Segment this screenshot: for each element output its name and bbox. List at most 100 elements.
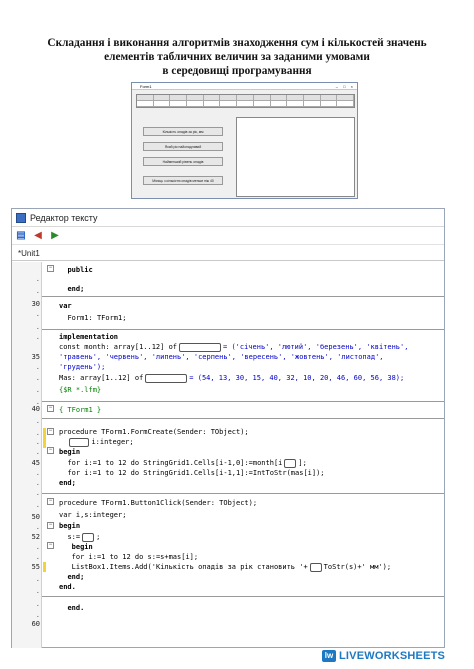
section-separator: [42, 329, 444, 330]
code-line: implementation: [59, 333, 119, 341]
line-number: .: [35, 275, 40, 283]
code-line: end;: [67, 285, 85, 293]
line-number: .: [35, 553, 40, 561]
code-line: { TForm1 }: [59, 406, 102, 414]
form-preview-window-controls: – □ ×: [335, 84, 355, 89]
code-line: ListBox1.Items.Add('Кількість опадів за …: [71, 562, 392, 572]
line-number: .: [35, 523, 40, 531]
liveworksheets-logo: lw LIVEWORKSHEETS: [322, 650, 445, 662]
heading-line-1: Складання і виконання алгоритмів знаходж…: [47, 37, 427, 49]
line-number: .: [35, 587, 40, 595]
line-number: [12, 264, 42, 274]
fold-toggle-icon[interactable]: −: [47, 265, 54, 272]
answer-blank-int-func[interactable]: [309, 562, 322, 572]
code-line: end.: [59, 583, 76, 591]
heading-line-2: елементів табличних величин за заданими …: [104, 51, 370, 63]
forward-arrow-icon[interactable]: ▶: [49, 230, 61, 242]
line-number: .: [35, 438, 40, 446]
liveworksheets-text: LIVEWORKSHEETS: [339, 650, 446, 662]
editor-tabs: *Unit1: [12, 245, 444, 261]
open-file-icon[interactable]: ▤: [15, 230, 27, 242]
code-line: Form1: TForm1;: [67, 314, 127, 322]
code-line: begin: [59, 448, 81, 456]
line-number: .: [35, 489, 40, 497]
code-line: 'травень', 'червень', 'липень', 'серпень…: [59, 353, 384, 361]
line-number: .: [35, 543, 40, 551]
fold-toggle-icon[interactable]: −: [47, 428, 54, 435]
code-line: end.: [67, 604, 85, 612]
line-number: .: [35, 386, 40, 394]
form-preview-title: Form1: [140, 84, 152, 89]
section-separator: [42, 296, 444, 297]
line-number: .: [35, 363, 40, 371]
code-line: Mas: array[1..12] of = (54, 13, 30, 15, 4…: [59, 373, 405, 383]
fold-toggle-icon[interactable]: −: [47, 447, 54, 454]
line-number: 60: [31, 620, 40, 628]
tab-unit1[interactable]: *Unit1: [14, 247, 44, 260]
line-number: .: [35, 501, 40, 509]
code-line: i:integer;: [59, 437, 134, 447]
fold-toggle-icon[interactable]: −: [47, 498, 54, 505]
code-line: procedure TForm1.Button1Click(Sender: TO…: [59, 499, 258, 507]
code-line: s:=;: [67, 532, 101, 542]
code-line: for i:=1 to 12 do s:=s+mas[i];: [71, 553, 199, 561]
heading-line-3: в середовищі програмування: [162, 65, 312, 77]
editor-title: Редактор тексту: [30, 212, 98, 223]
code-line: for i:=1 to 12 do StringGrid1.Cells[i-1,…: [67, 469, 325, 477]
code-line: const month: array[1..12] of = ('січень',…: [59, 342, 409, 352]
text-editor-window: Редактор тексту ▤ ◀ ▶ *Unit1 . . 30 . . …: [11, 208, 445, 648]
editor-toolbar: ▤ ◀ ▶: [12, 227, 444, 245]
section-separator: [42, 596, 444, 597]
line-number: 35: [31, 353, 40, 361]
line-number: .: [35, 469, 40, 477]
line-number: 30: [31, 300, 40, 308]
code-line: begin: [59, 522, 81, 530]
fold-markers: − − − − − − −: [46, 262, 55, 648]
line-number: .: [35, 417, 40, 425]
line-number: .: [35, 448, 40, 456]
line-number: .: [35, 479, 40, 487]
back-arrow-icon[interactable]: ◀: [32, 230, 44, 242]
fold-toggle-icon[interactable]: −: [47, 405, 54, 412]
liveworksheets-icon: lw: [322, 650, 336, 662]
form-preview-window: Form1 – □ × Кількість опадів за рік, мм …: [131, 82, 358, 199]
form-button-total-rainfall[interactable]: Кількість опадів за рік, мм: [143, 127, 223, 136]
line-number: 52: [31, 533, 40, 541]
code-line: public: [67, 266, 93, 274]
fold-toggle-icon[interactable]: −: [47, 542, 54, 549]
code-line: end;: [59, 479, 76, 487]
code-line: 'грудень');: [59, 363, 106, 371]
answer-blank-bracket[interactable]: [284, 458, 297, 468]
form-preview-titlebar: Form1 – □ ×: [132, 83, 357, 90]
code-line: begin: [71, 543, 93, 551]
form-button-min-rainfall[interactable]: Найменший рівень опадів: [143, 157, 223, 166]
form-button-rainiest-year[interactable]: Який рік найопадливий: [143, 142, 223, 151]
line-number: .: [35, 287, 40, 295]
listbox-preview: [236, 117, 355, 197]
line-number: .: [35, 333, 40, 341]
form-button-months-below-40[interactable]: Місяць з кількістю опадів менше ніж 40: [143, 176, 223, 185]
worksheet-heading: Складання і виконання алгоритмів знаходж…: [20, 36, 454, 78]
editor-titlebar: Редактор тексту: [12, 209, 444, 227]
line-number: .: [35, 323, 40, 331]
code-line: end;: [67, 573, 85, 581]
answer-blank-type[interactable]: [145, 373, 188, 383]
code-line: procedure TForm1.FormCreate(Sender: TObj…: [59, 428, 249, 436]
line-number-gutter: . . 30 . . . 35 . . . . 40 . . . . 45 . …: [12, 262, 42, 648]
section-separator: [42, 493, 444, 494]
answer-blank-initial-sum[interactable]: [82, 532, 95, 542]
code-line: var i,s:integer;: [59, 511, 127, 519]
line-number: 40: [31, 405, 40, 413]
answer-blank-var[interactable]: [69, 437, 90, 447]
line-number: .: [35, 575, 40, 583]
line-number: 45: [31, 459, 40, 467]
section-separator: [42, 401, 444, 402]
answer-blank-type[interactable]: [179, 342, 222, 352]
string-grid-preview: [136, 94, 355, 108]
fold-toggle-icon[interactable]: −: [47, 522, 54, 529]
line-number: 50: [31, 513, 40, 521]
line-number: 55: [31, 563, 40, 571]
section-separator: [42, 418, 444, 419]
code-line: {$R *.lfm}: [59, 386, 102, 394]
line-number: .: [35, 374, 40, 382]
